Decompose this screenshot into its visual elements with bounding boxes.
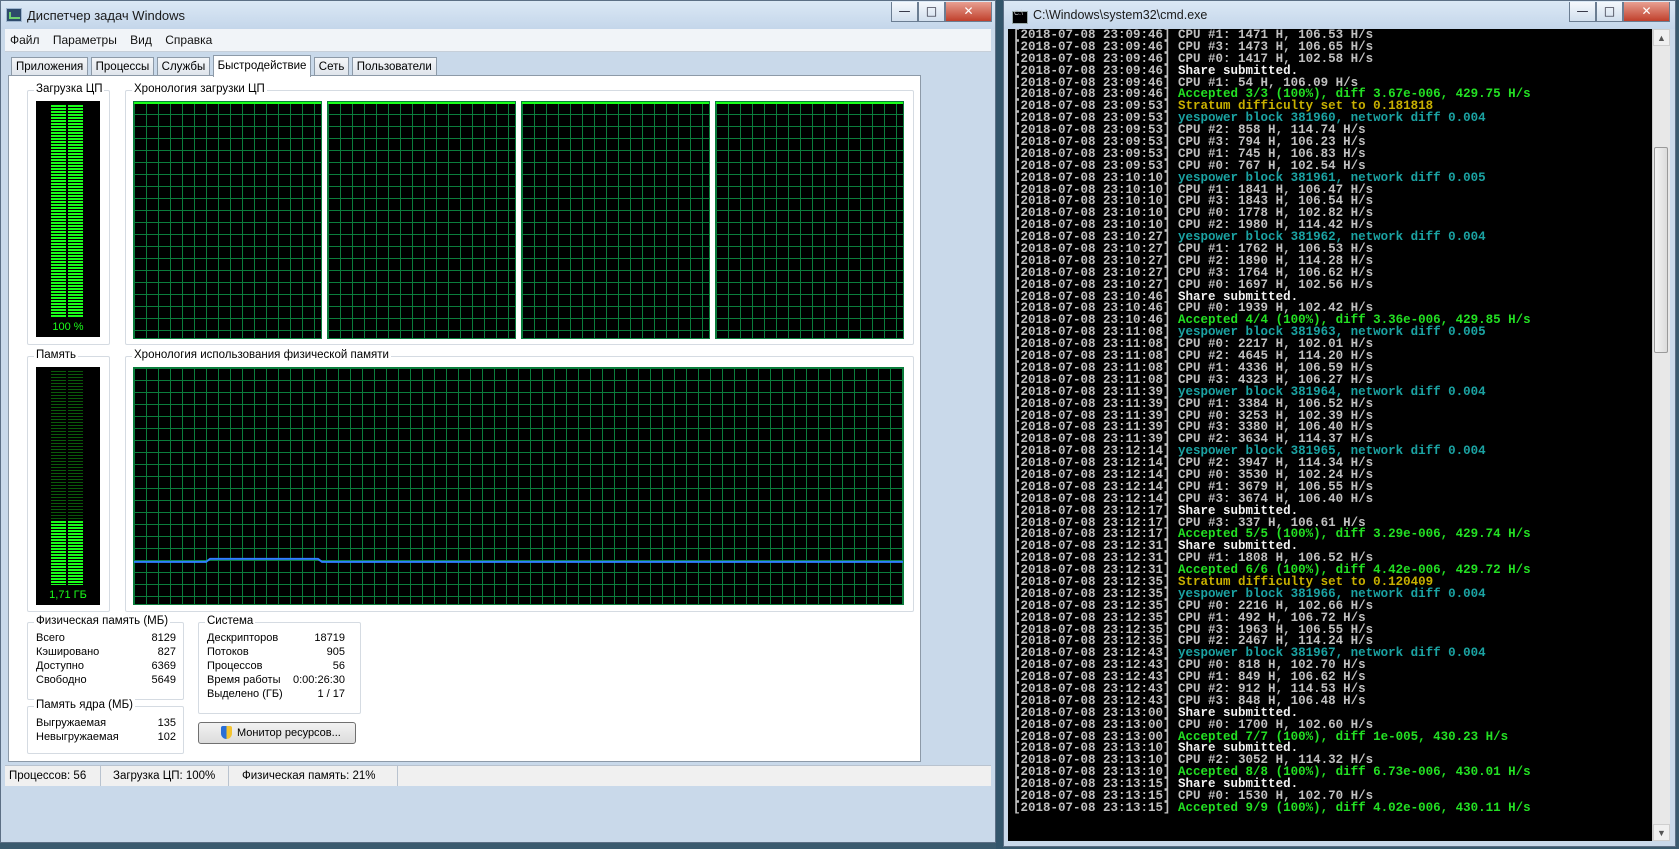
tab-services[interactable]: Службы [156,57,211,77]
memory-gauge: 1,71 ГБ [36,367,100,605]
cmd-close-button[interactable]: ✕ [1623,2,1670,22]
sys-processes-value: 56 [332,660,345,672]
cpu-history-label: Хронология загрузки ЦП [132,83,267,95]
tab-network[interactable]: Сеть [313,57,350,77]
phys-available-label: Доступно [36,660,85,672]
memory-group: Память 1,71 ГБ [27,349,110,612]
tab-performance[interactable]: Быстродействие [212,55,312,77]
console-line: [2018-07-08 23:13:15] Accepted 9/9 (100%… [1008,800,1652,815]
cmd-window: C:\Windows\system32\cmd.exe — □ ✕ [2018-… [1003,0,1676,847]
cpu-usage-label: Загрузка ЦП [34,83,105,95]
tab-applications[interactable]: Приложения [11,57,89,77]
memory-used-bar [51,520,83,586]
kernel-memory-group: Память ядра (МБ) Выгружаемая 135 Невыгру… [27,699,184,754]
status-cpu: Загрузка ЦП: 100% [109,766,229,786]
memory-history-label: Хронология использования физической памя… [132,349,391,361]
tab-processes[interactable]: Процессы [90,57,155,77]
menu-help[interactable]: Справка [160,29,217,51]
cpu-core-line-1 [134,102,321,104]
memory-history-line [134,557,903,563]
maximize-button[interactable]: □ [918,2,945,22]
memory-label: Память [34,349,79,361]
memory-free-bar [51,371,83,521]
sys-uptime-label: Время работы [207,674,281,686]
menu-options[interactable]: Параметры [48,29,122,51]
physical-memory-title: Физическая память (МБ) [34,615,171,627]
sys-commit-label: Выделено (ГБ) [207,688,283,700]
menu-bar: Файл Параметры Вид Справка [5,29,991,52]
status-memory: Физическая память: 21% [238,766,398,786]
cmd-console-output[interactable]: [2018-07-08 23:09:46] CPU #1: 1471 H, 10… [1008,29,1652,841]
menu-file[interactable]: Файл [5,29,45,51]
cmd-maximize-button[interactable]: □ [1596,2,1623,22]
desktop-gap [996,0,1003,849]
phys-available-value: 6369 [151,660,176,672]
phys-total-value: 8129 [151,632,176,644]
kernel-nonpaged-label: Невыгружаемая [36,731,119,743]
resource-monitor-label: Монитор ресурсов... [237,727,341,739]
kernel-nonpaged-value: 102 [157,731,176,743]
sys-threads-label: Потоков [207,646,249,658]
cpu-usage-gauge: 100 % [36,101,100,337]
console-message: Accepted 9/9 (100%), diff 4.02e-006, 430… [1178,800,1531,815]
phys-cached-value: 827 [157,646,176,658]
sys-handles-value: 18719 [314,632,345,644]
title-bar[interactable]: Диспетчер задач Windows — □ ✕ [1,1,995,29]
cmd-scrollbar[interactable]: ▲ ▼ [1652,29,1670,841]
cpu-core-line-2 [328,102,515,104]
menu-view[interactable]: Вид [125,29,157,51]
sys-commit-value: 1 / 17 [317,688,345,700]
physical-memory-group: Физическая память (МБ) Всего 8129 Кэширо… [27,615,184,700]
memory-history-graph [133,367,904,605]
cpu-core-line-4 [716,102,903,104]
shield-icon [221,726,232,739]
kernel-paged-label: Выгружаемая [36,717,107,729]
cpu-usage-bar [51,105,83,317]
window-title: Диспетчер задач Windows [27,8,186,23]
memory-history-svg [134,557,903,563]
cpu-core-graph-4 [715,101,904,339]
task-manager-icon [6,8,22,22]
cmd-minimize-button[interactable]: — [1569,2,1596,22]
phys-free-label: Свободно [36,674,87,686]
cpu-core-graph-2 [327,101,516,339]
cmd-icon [1012,10,1028,24]
phys-cached-label: Кэшировано [36,646,100,658]
performance-panel: Загрузка ЦП 100 % Хронология загрузки ЦП [8,75,921,762]
cmd-title-bar[interactable]: C:\Windows\system32\cmd.exe — □ ✕ [1004,1,1675,29]
close-button[interactable]: ✕ [945,2,992,22]
sys-processes-label: Процессов [207,660,263,672]
memory-value: 1,71 ГБ [49,589,87,601]
status-bar: Процессов: 56 Загрузка ЦП: 100% Физическ… [5,765,991,786]
system-title: Система [205,615,256,627]
phys-free-value: 5649 [151,674,176,686]
kernel-paged-value: 135 [157,717,176,729]
sys-threads-value: 905 [326,646,345,658]
cpu-core-graph-3 [521,101,710,339]
cpu-core-line-3 [522,102,709,104]
sys-uptime-value: 0:00:26:30 [293,674,345,686]
cpu-usage-value: 100 % [52,321,84,333]
cpu-core-graph-1 [133,101,322,339]
tab-users[interactable]: Пользователи [351,57,437,77]
scroll-down-arrow-icon[interactable]: ▼ [1653,824,1670,841]
tab-strip: Приложения Процессы Службы Быстродействи… [11,55,437,77]
cmd-title: C:\Windows\system32\cmd.exe [1033,8,1208,22]
cpu-usage-group: Загрузка ЦП 100 % [27,83,110,345]
task-manager-window: Диспетчер задач Windows — □ ✕ Файл Парам… [0,0,996,843]
system-group: Система Дескрипторов 18719 Потоков 905 П… [198,615,361,714]
sys-handles-label: Дескрипторов [207,632,279,644]
memory-history-group: Хронология использования физической памя… [125,349,914,612]
cpu-history-group: Хронология загрузки ЦП [125,83,914,345]
phys-total-label: Всего [36,632,65,644]
minimize-button[interactable]: — [891,2,918,22]
scroll-up-arrow-icon[interactable]: ▲ [1653,29,1670,46]
console-timestamp: [2018-07-08 23:13:15] [1013,800,1171,815]
resource-monitor-button[interactable]: Монитор ресурсов... [198,722,356,744]
scroll-thumb[interactable] [1654,147,1668,353]
kernel-memory-title: Память ядра (МБ) [34,699,135,711]
status-processes: Процессов: 56 [5,766,101,786]
